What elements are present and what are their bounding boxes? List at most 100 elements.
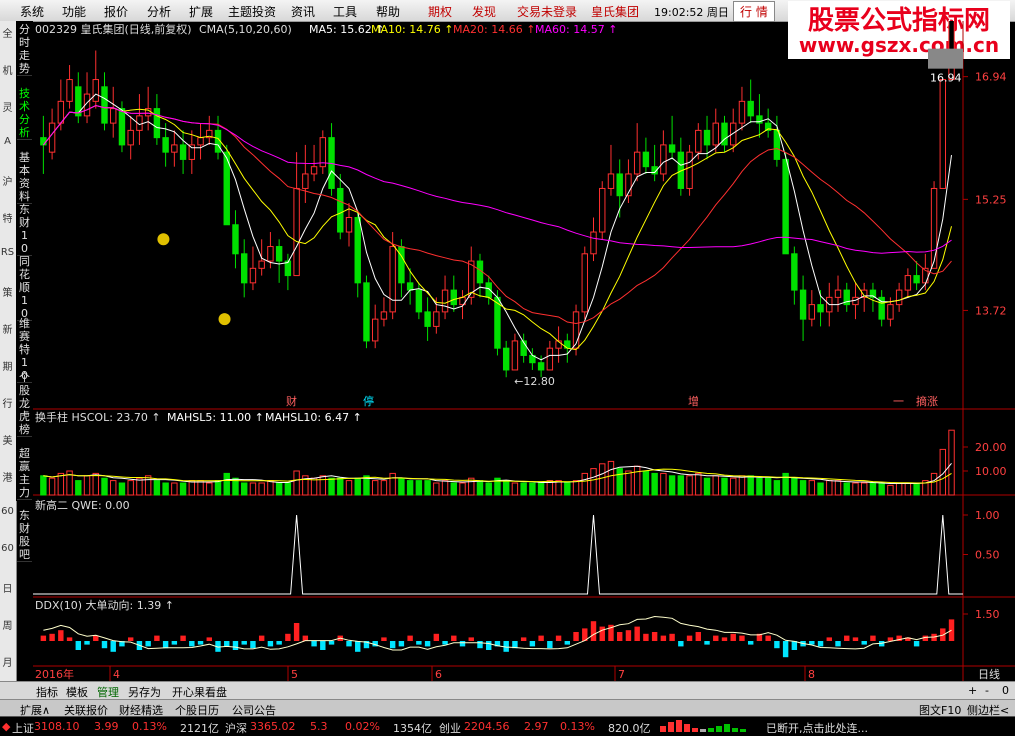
- candle[interactable]: [40, 137, 47, 146]
- candle[interactable]: [939, 79, 947, 189]
- candle[interactable]: [599, 187, 606, 233]
- candle[interactable]: [537, 362, 545, 371]
- candle[interactable]: [686, 151, 693, 189]
- vtab-4[interactable]: 同花顺10: [17, 255, 32, 321]
- candle[interactable]: [834, 289, 842, 298]
- candle[interactable]: [581, 253, 588, 313]
- candle[interactable]: [590, 231, 597, 255]
- zoom-in-button[interactable]: +: [968, 684, 977, 697]
- candle[interactable]: [633, 151, 641, 175]
- left-toolbar-button[interactable]: A: [0, 136, 15, 147]
- left-toolbar-button[interactable]: 港: [0, 469, 15, 484]
- candle[interactable]: [363, 282, 370, 342]
- candle[interactable]: [747, 100, 754, 117]
- menu-system[interactable]: 系统: [20, 3, 44, 20]
- candle[interactable]: [101, 86, 108, 124]
- left-toolbar-button[interactable]: 日: [0, 580, 15, 595]
- left-toolbar-button[interactable]: 行: [0, 395, 15, 410]
- menu-discover[interactable]: 发现: [472, 3, 496, 20]
- candle[interactable]: [241, 253, 248, 284]
- candle[interactable]: [791, 253, 798, 291]
- candle[interactable]: [695, 129, 702, 153]
- candle[interactable]: [310, 166, 318, 175]
- left-toolbar-button[interactable]: 期: [0, 358, 15, 373]
- left-toolbar-button[interactable]: 机: [0, 62, 15, 77]
- candle[interactable]: [258, 260, 265, 269]
- left-toolbar-button[interactable]: 新: [0, 321, 15, 336]
- zoom-out-button[interactable]: -: [985, 684, 989, 697]
- candle[interactable]: [406, 282, 414, 291]
- candle[interactable]: [110, 108, 117, 124]
- menu-analysis[interactable]: 分析: [147, 3, 171, 20]
- candle[interactable]: [92, 79, 99, 102]
- left-toolbar-button[interactable]: 沪: [0, 173, 15, 188]
- candle[interactable]: [930, 187, 938, 269]
- vtab-7[interactable]: 超赢主力: [17, 447, 32, 500]
- candle[interactable]: [293, 187, 300, 277]
- candle[interactable]: [799, 289, 807, 320]
- tab-happy-watch[interactable]: 开心果看盘: [172, 684, 227, 700]
- menu-theme-invest[interactable]: 主题投资: [228, 3, 276, 20]
- left-toolbar-button[interactable]: 月: [0, 654, 15, 669]
- candle[interactable]: [389, 246, 396, 313]
- candle[interactable]: [267, 246, 274, 262]
- quote-button[interactable]: 行 情: [733, 1, 775, 22]
- candle[interactable]: [66, 79, 73, 102]
- candle[interactable]: [398, 246, 405, 284]
- menu-extend[interactable]: 扩展: [189, 3, 213, 20]
- menu-options[interactable]: 期权: [428, 3, 452, 20]
- candle[interactable]: [450, 289, 457, 306]
- zoom-reset-button[interactable]: 0: [1002, 684, 1009, 697]
- candle[interactable]: [913, 275, 920, 284]
- candle[interactable]: [354, 217, 361, 284]
- menu-news[interactable]: 资讯: [291, 3, 315, 20]
- candle[interactable]: [441, 289, 449, 313]
- candle[interactable]: [782, 158, 789, 255]
- candle[interactable]: [179, 144, 187, 160]
- candle[interactable]: [703, 129, 711, 146]
- kline-chart[interactable]: 16.94 15.25 13.72 16.94 ←12.80 财 停 增 一摘涨 002329 皇…: [33, 21, 1015, 681]
- candle[interactable]: [433, 311, 440, 327]
- candle[interactable]: [895, 289, 903, 306]
- candle[interactable]: [188, 144, 196, 160]
- vtab-2[interactable]: 基本资料: [17, 151, 32, 204]
- candle[interactable]: [153, 108, 161, 139]
- candle[interactable]: [424, 311, 431, 327]
- candle[interactable]: [275, 246, 283, 262]
- left-toolbar-button[interactable]: 策: [0, 284, 15, 299]
- candle[interactable]: [511, 340, 519, 371]
- menu-tools[interactable]: 工具: [333, 3, 357, 20]
- candle[interactable]: [415, 289, 423, 313]
- vtab-6[interactable]: 个股龙虎榜: [17, 371, 32, 437]
- tab-indicator[interactable]: 指标: [36, 684, 58, 700]
- vtab-3[interactable]: 东财10: [17, 203, 32, 256]
- left-toolbar-button[interactable]: RS: [0, 247, 15, 258]
- candle[interactable]: [345, 217, 353, 233]
- candle[interactable]: [48, 122, 56, 153]
- candle[interactable]: [302, 173, 309, 189]
- menu-quote[interactable]: 报价: [104, 3, 128, 20]
- candle[interactable]: [502, 347, 510, 371]
- left-toolbar-button[interactable]: 特: [0, 210, 15, 225]
- candle[interactable]: [738, 100, 746, 124]
- candle[interactable]: [380, 311, 388, 320]
- candle[interactable]: [371, 318, 379, 342]
- vtab-0[interactable]: 分时走势: [17, 23, 32, 76]
- candle[interactable]: [171, 144, 178, 153]
- left-toolbar-button[interactable]: 美: [0, 432, 15, 447]
- candle[interactable]: [118, 108, 126, 146]
- candle[interactable]: [162, 137, 169, 153]
- left-toolbar-button[interactable]: 全: [0, 25, 15, 40]
- left-toolbar-button[interactable]: 灵: [0, 99, 15, 114]
- tab-save-as[interactable]: 另存为: [128, 684, 161, 700]
- candle[interactable]: [232, 224, 239, 255]
- tab-template[interactable]: 模板: [66, 684, 88, 700]
- candle[interactable]: [616, 173, 623, 197]
- tab-manage[interactable]: 管理: [97, 684, 119, 700]
- candle[interactable]: [57, 100, 65, 124]
- candle[interactable]: [887, 304, 894, 320]
- candle[interactable]: [249, 267, 257, 284]
- vtab-1[interactable]: 技术分析: [17, 87, 32, 140]
- candle[interactable]: [197, 137, 204, 146]
- left-toolbar-button[interactable]: 60: [0, 506, 15, 517]
